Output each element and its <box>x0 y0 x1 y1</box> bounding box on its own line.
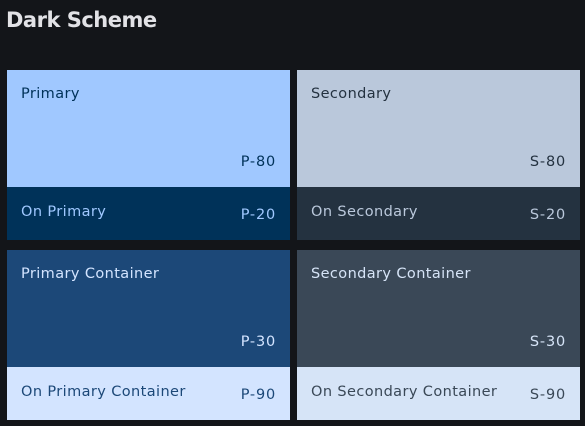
swatch-tone-code: S-30 <box>529 334 566 350</box>
swatch-label: On Primary Container <box>21 384 186 400</box>
swatch-label: On Primary <box>21 204 107 220</box>
on-primary-container-swatch[interactable]: On Primary Container P-90 <box>7 367 290 420</box>
swatch-tone-code: S-80 <box>529 154 566 170</box>
secondary-swatch[interactable]: Secondary S-80 <box>297 70 580 187</box>
swatch-label: On Secondary Container <box>311 384 498 400</box>
page-title: Dark Scheme <box>6 8 157 32</box>
on-primary-swatch[interactable]: On Primary P-20 <box>7 187 290 240</box>
swatch-label: Primary <box>21 86 80 102</box>
swatch-tone-code: P-30 <box>240 334 276 350</box>
swatch-tone-code: S-90 <box>529 387 566 403</box>
on-secondary-swatch[interactable]: On Secondary S-20 <box>297 187 580 240</box>
primary-swatch[interactable]: Primary P-80 <box>7 70 290 187</box>
secondary-container-swatch[interactable]: Secondary Container S-30 <box>297 250 580 367</box>
swatch-label: Secondary Container <box>311 266 471 282</box>
swatch-tone-code: S-20 <box>529 207 566 223</box>
primary-container-swatch[interactable]: Primary Container P-30 <box>7 250 290 367</box>
swatch-label: Secondary <box>311 86 392 102</box>
swatch-tone-code: P-90 <box>240 387 276 403</box>
swatch-tone-code: P-80 <box>240 154 276 170</box>
swatch-label: Primary Container <box>21 266 160 282</box>
swatch-tone-code: P-20 <box>240 207 276 223</box>
on-secondary-container-swatch[interactable]: On Secondary Container S-90 <box>297 367 580 420</box>
swatch-label: On Secondary <box>311 204 418 220</box>
